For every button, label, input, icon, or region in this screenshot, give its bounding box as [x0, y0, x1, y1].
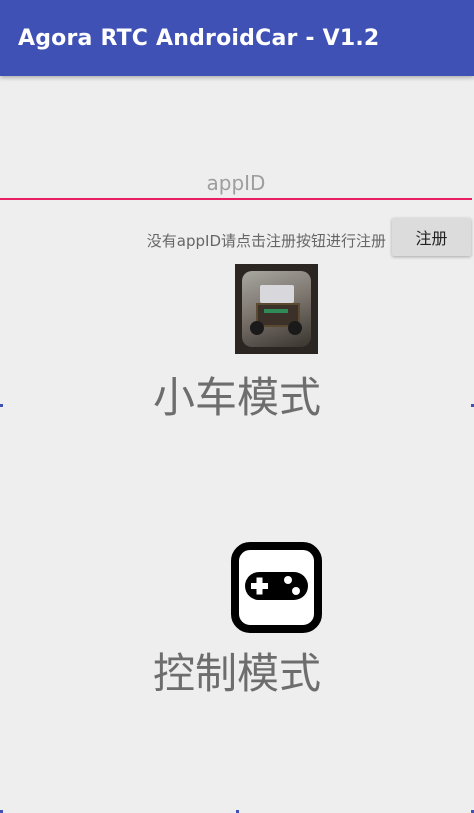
- app-bar: Agora RTC AndroidCar - V1.2: [0, 0, 474, 76]
- layout-bound-marker: [0, 404, 3, 407]
- layout-bound-marker: [236, 0, 239, 3]
- control-mode-label[interactable]: 控制模式: [0, 640, 474, 701]
- car-mode-label[interactable]: 小车模式: [0, 364, 474, 425]
- car-photo-icon: [242, 271, 311, 347]
- app-title: Agora RTC AndroidCar - V1.2: [18, 26, 380, 51]
- register-hint: 没有appID请点击注册按钮进行注册: [146, 232, 386, 250]
- car-mode-icon[interactable]: [235, 264, 318, 354]
- gamepad-icon[interactable]: [231, 542, 322, 633]
- register-button[interactable]: 注册: [392, 218, 471, 256]
- appid-input[interactable]: [0, 168, 472, 200]
- layout-bound-marker: [0, 0, 3, 3]
